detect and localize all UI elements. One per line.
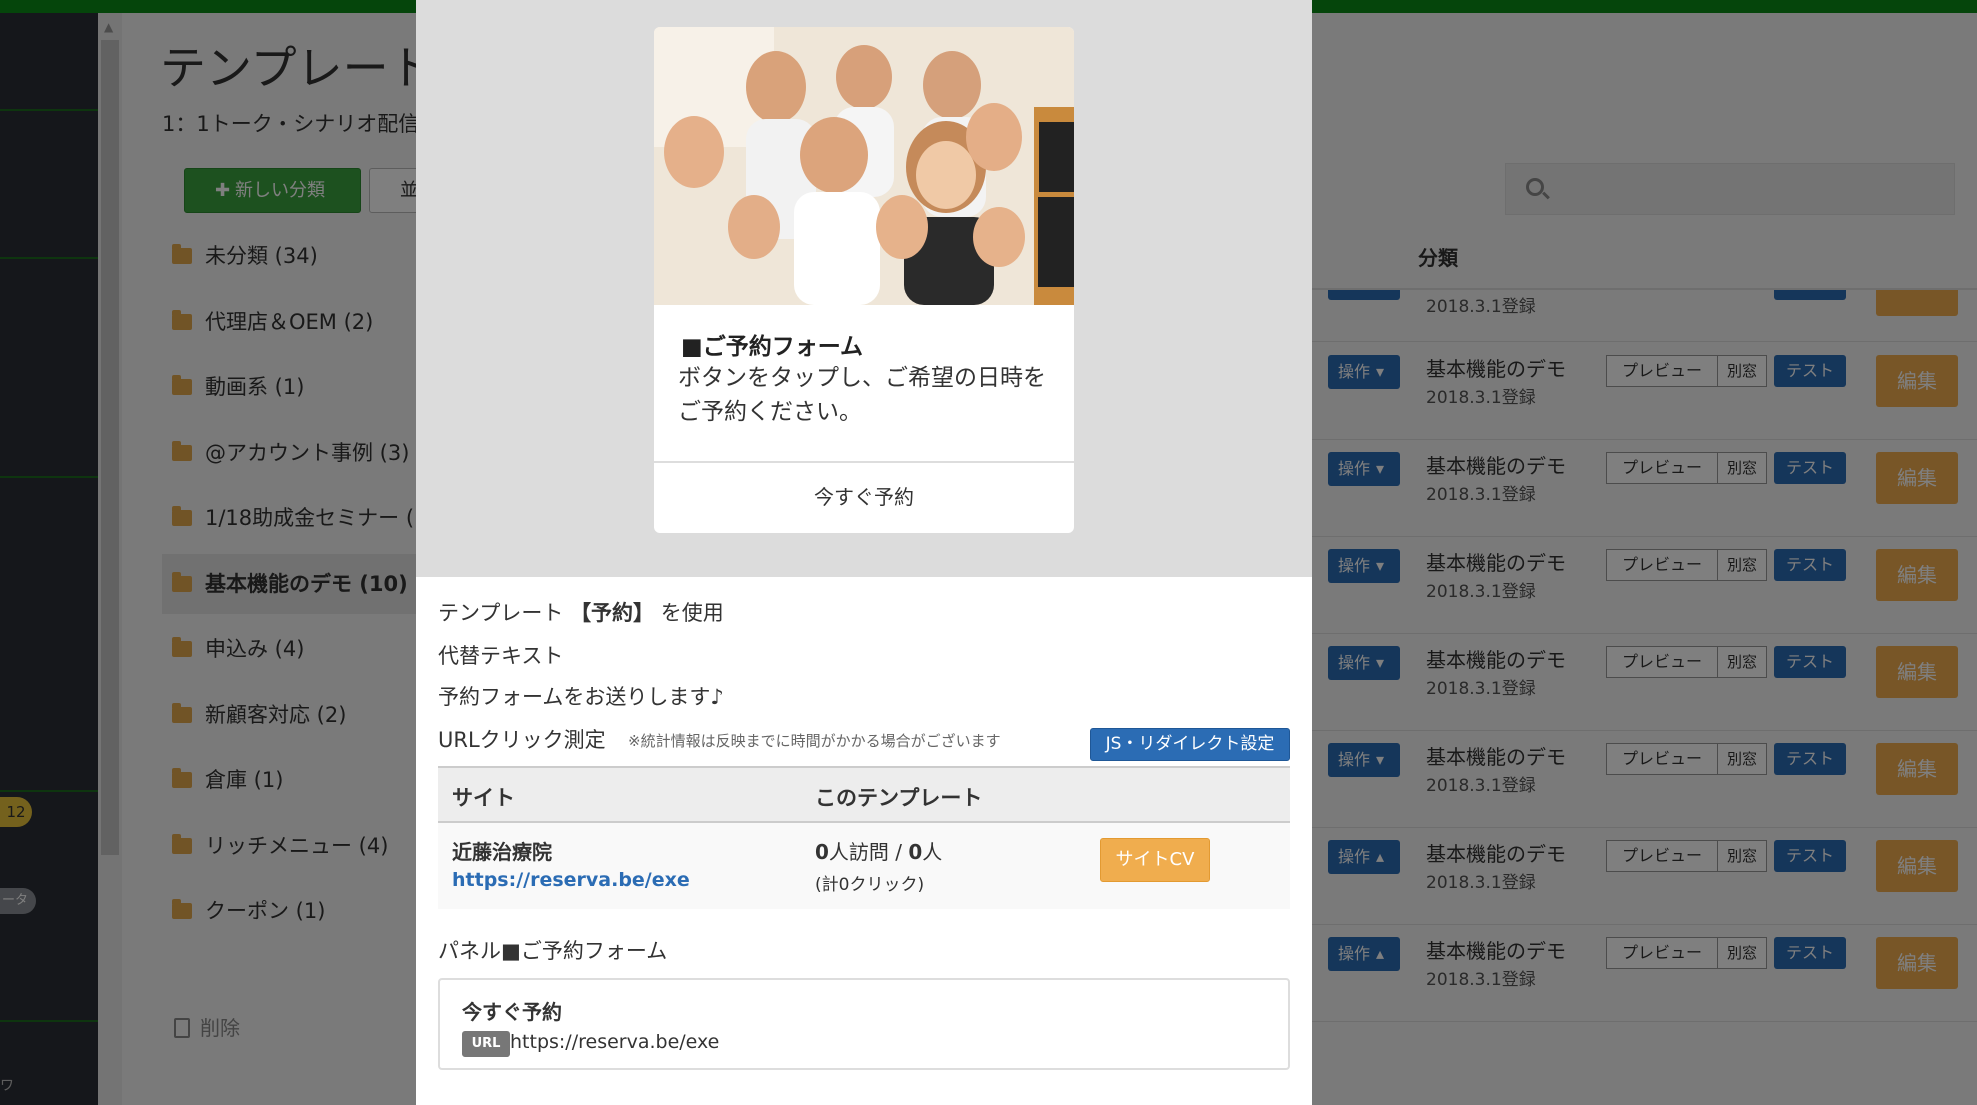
card-title: ■ご予約フォーム xyxy=(681,334,864,360)
card-body-text: ボタンをタップし、ご希望の日時をご予約ください。 xyxy=(678,365,1046,425)
url-tag-badge: URL xyxy=(462,1031,510,1057)
column-header-this-template: このテンプレート xyxy=(815,786,983,810)
site-name: 近藤治療院 xyxy=(452,840,552,864)
panel-action-url: https://reserva.be/exe xyxy=(510,1031,720,1053)
column-header-site: サイト xyxy=(452,786,515,810)
visit-count: 0人訪問 / 0人 xyxy=(815,836,942,865)
template-preview-modal: ■ご予約フォーム ボタンをタップし、ご希望の日時をご予約ください。 今すぐ予約 … xyxy=(416,0,1312,1105)
site-cv-button[interactable]: サイトCV xyxy=(1100,838,1210,882)
template-prefix: テンプレート xyxy=(438,601,564,625)
js-redirect-settings-button[interactable]: JS・リダイレクト設定 xyxy=(1090,728,1290,761)
stats-table-header: サイト このテンプレート xyxy=(438,766,1290,823)
url-stats-table: サイト このテンプレート 近藤治療院 https://reserva.be/ex… xyxy=(438,766,1290,909)
url-click-note: ※統計情報は反映までに時間がかかる場合がございます xyxy=(628,732,1001,750)
people-unit: 人 xyxy=(922,840,943,864)
template-suffix: を使用 xyxy=(660,601,724,625)
message-preview-area: ■ご予約フォーム ボタンをタップし、ご希望の日時をご予約ください。 今すぐ予約 xyxy=(416,0,1312,577)
panel-action-label: 今すぐ予約 xyxy=(462,1000,562,1024)
alt-text-label: 代替テキスト xyxy=(438,644,564,668)
panel-card: ■ご予約フォーム ボタンをタップし、ご希望の日時をご予約ください。 今すぐ予約 xyxy=(654,27,1074,533)
card-reserve-action[interactable]: 今すぐ予約 xyxy=(654,463,1074,533)
url-click-label: URLクリック測定 xyxy=(438,728,606,752)
people-number: 0 xyxy=(908,840,923,864)
staff-group-photo xyxy=(654,27,1074,305)
panel-label: パネル■ご予約フォーム xyxy=(438,939,668,963)
panel-action-box: 今すぐ予約 URL https://reserva.be/exe xyxy=(438,978,1290,1070)
template-name: 【予約】 xyxy=(570,601,655,625)
click-count: (計0クリック) xyxy=(815,875,925,895)
template-usage-text: テンプレート 【予約】 を使用 xyxy=(438,597,724,627)
site-url-link[interactable]: https://reserva.be/exe xyxy=(452,869,690,891)
table-row: 近藤治療院 https://reserva.be/exe 0人訪問 / 0人 (… xyxy=(438,823,1290,909)
alt-text-value: 予約フォームをお送りします♪ xyxy=(438,685,724,709)
visits-unit: 人訪問 / xyxy=(828,840,909,864)
visits-number: 0 xyxy=(815,840,829,864)
